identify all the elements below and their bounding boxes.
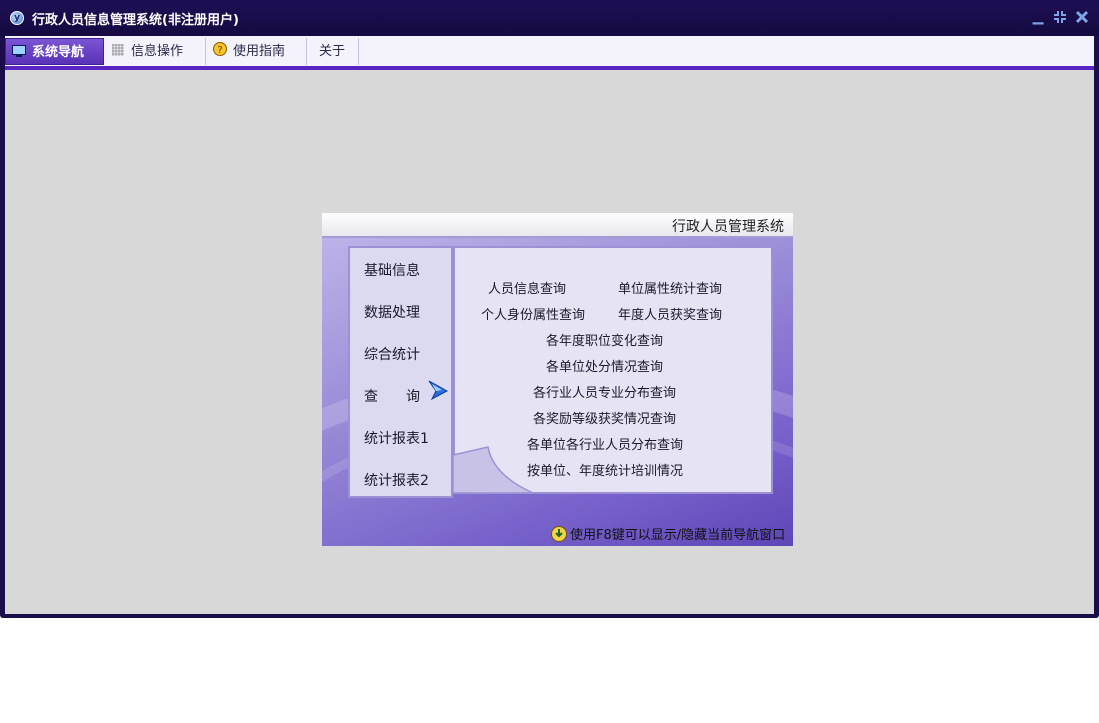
nav-item-statistics[interactable]: 综合统计	[364, 344, 420, 364]
footer-hint-text: 使用F8键可以显示/隐藏当前导航窗口	[570, 528, 786, 543]
window-title: 行政人员信息管理系统(非注册用户)	[32, 13, 239, 28]
tab-label: 关于	[319, 44, 346, 59]
link-award-level-query[interactable]: 各奖励等级获奖情况查询	[533, 408, 676, 427]
nav-item-basic-info[interactable]: 基础信息	[364, 260, 420, 280]
link-unit-attribute-stats[interactable]: 单位属性统计查询	[618, 278, 722, 297]
nav-item-data-processing[interactable]: 数据处理	[364, 302, 420, 322]
nav-item-report-2[interactable]: 统计报表2	[364, 470, 429, 490]
help-icon: ?	[213, 39, 227, 56]
restore-icon[interactable]	[1053, 10, 1067, 24]
tab-label: 系统导航	[32, 45, 85, 60]
nav-item-report-1[interactable]: 统计报表1	[364, 428, 429, 448]
tab-label: 使用指南	[233, 44, 286, 59]
tab-about[interactable]: 关于	[308, 38, 359, 65]
link-unit-discipline-query[interactable]: 各单位处分情况查询	[546, 356, 663, 375]
footer-hint: 使用F8键可以显示/隐藏当前导航窗口	[551, 524, 785, 543]
grid-icon	[111, 39, 125, 56]
panel-header: 行政人员管理系统	[322, 213, 793, 238]
panel-title: 行政人员管理系统	[672, 219, 784, 235]
app-logo-icon: y	[10, 11, 24, 25]
nav-column: 基础信息 数据处理 综合统计 查 询 统计报表1 统计报表2	[348, 246, 453, 498]
arrow-right-icon	[428, 380, 448, 401]
nav-item-query[interactable]: 查 询	[364, 386, 420, 406]
navigation-panel: 行政人员管理系统 基础信息 数据处理 综合统计 查 询 统计报表1 统计报表2 …	[322, 213, 793, 546]
link-identity-attribute-query[interactable]: 个人身份属性查询	[481, 304, 585, 323]
link-position-change-query[interactable]: 各年度职位变化查询	[546, 330, 663, 349]
menu-bar: 系统导航 信息操作 ? 使用指南 关于	[5, 36, 1094, 66]
minimize-icon[interactable]: ▁	[1031, 10, 1045, 24]
title-bar[interactable]: y 行政人员信息管理系统(非注册用户) ▁	[0, 0, 1099, 36]
link-unit-industry-query[interactable]: 各单位各行业人员分布查询	[527, 434, 683, 453]
download-arrow-icon	[551, 526, 567, 542]
tab-info-operation[interactable]: 信息操作	[105, 38, 206, 65]
link-training-stats[interactable]: 按单位、年度统计培训情况	[527, 460, 683, 479]
link-person-info-query[interactable]: 人员信息查询	[488, 278, 566, 297]
link-industry-major-query[interactable]: 各行业人员专业分布查询	[533, 382, 676, 401]
tab-label: 信息操作	[131, 44, 184, 59]
link-yearly-award-query[interactable]: 年度人员获奖查询	[618, 304, 722, 323]
tab-system-navigation[interactable]: 系统导航	[5, 38, 104, 65]
close-icon[interactable]	[1075, 10, 1089, 24]
page-curl-decor	[453, 446, 533, 494]
svg-text:?: ?	[217, 45, 222, 56]
monitor-icon	[12, 40, 26, 57]
tab-user-guide[interactable]: ? 使用指南	[207, 38, 307, 65]
